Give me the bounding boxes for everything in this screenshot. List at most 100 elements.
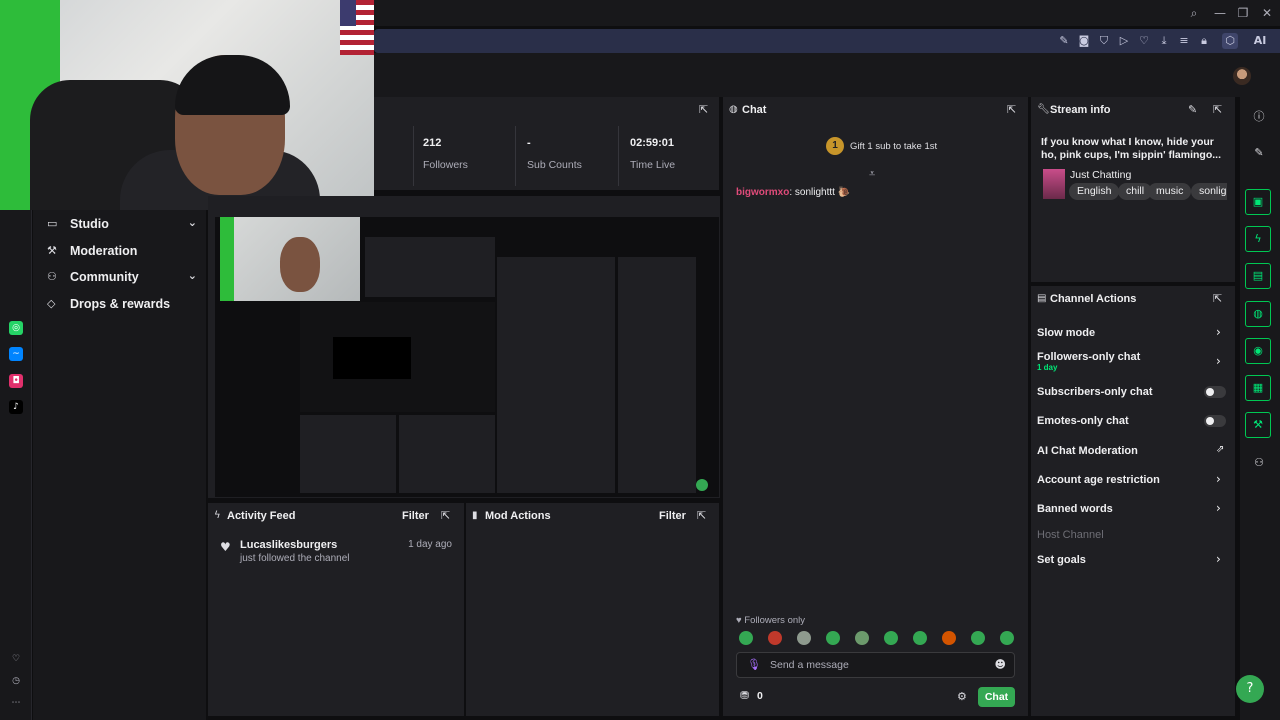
layout-icon[interactable]: ▦ (1245, 375, 1271, 401)
mic-icon[interactable]: 🎙︎ (747, 658, 761, 671)
mod-filter-button[interactable]: Filter (659, 510, 686, 522)
lightning-icon: ϟ (214, 510, 221, 521)
category-box-art[interactable] (1043, 169, 1065, 199)
lock-icon[interactable]: 🔒︎ (1196, 33, 1212, 49)
subscribers-only-toggle[interactable] (1204, 386, 1226, 398)
emote-icon[interactable] (797, 631, 811, 645)
pencil-icon[interactable]: ✎ (1251, 145, 1267, 161)
restore-icon[interactable]: ❐ (1235, 5, 1251, 21)
emote-icon[interactable] (884, 631, 898, 645)
send-chat-button[interactable]: Chat (978, 687, 1015, 707)
play-icon[interactable]: ▷ (1116, 33, 1132, 49)
points-icon[interactable]: ⛃ (740, 689, 749, 702)
sidebar-item-moderation[interactable]: ⚒ Moderation (47, 241, 197, 263)
chevron-right-icon[interactable]: › (1216, 501, 1221, 515)
extension-icon[interactable]: ⬡ (1222, 33, 1238, 49)
chat-bubble-icon[interactable]: ◍ (1245, 301, 1271, 327)
people-icon[interactable]: ⚇ (1251, 455, 1267, 471)
chat-header: ◍ Chat ⇱ (723, 97, 1028, 123)
popout-icon[interactable]: ⇱ (699, 103, 708, 116)
instagram-icon[interactable]: ◘ (9, 374, 23, 388)
external-link-icon[interactable]: ⇗ (1216, 444, 1224, 455)
tag-pill[interactable]: chill (1118, 183, 1153, 200)
emotes-only-toggle[interactable] (1204, 415, 1226, 427)
list-item[interactable]: ♥ Lucaslikesburgers just followed the ch… (208, 537, 464, 565)
chat-input[interactable]: 🎙︎ Send a message ☻ (736, 652, 1015, 678)
chevron-right-icon[interactable]: › (1216, 325, 1221, 339)
camera-icon[interactable]: ◙ (1076, 33, 1092, 49)
collapse-icon[interactable]: ⩡ (869, 167, 875, 181)
popout-icon[interactable]: ⇱ (1213, 103, 1222, 116)
popout-icon[interactable]: ⇱ (441, 509, 450, 522)
tiktok-icon[interactable]: ♪ (9, 400, 23, 414)
heart-icon: ♥ (220, 540, 231, 554)
info-icon[interactable]: ⓘ (1251, 109, 1267, 125)
popout-icon[interactable]: ⇱ (1007, 103, 1016, 116)
lightning-icon[interactable]: ϟ (1245, 226, 1271, 252)
chevron-right-icon[interactable]: › (1216, 552, 1221, 566)
ai-button[interactable]: AI (1246, 33, 1274, 49)
search-icon[interactable]: ⌕ (1186, 5, 1202, 21)
chat-text: sonlighttt 🐌 (794, 187, 851, 198)
help-button[interactable]: ? (1236, 675, 1264, 703)
followers-only-item[interactable]: Followers-only chat (1037, 351, 1140, 363)
preview-webcam (220, 217, 360, 301)
chevron-right-icon[interactable]: › (1216, 472, 1221, 486)
sidebar-item-label: Moderation (70, 244, 138, 258)
emote-icon[interactable] (1000, 631, 1014, 645)
shield-icon[interactable]: ⛉ (1096, 33, 1112, 49)
banned-words-item[interactable]: Banned words (1037, 503, 1113, 515)
emote-icon[interactable] (739, 631, 753, 645)
time-live: 02:59:01 (630, 137, 675, 149)
heart-icon[interactable]: ♡ (9, 652, 23, 666)
ai-chat-moderation-item[interactable]: AI Chat Moderation (1037, 445, 1138, 457)
tag-pill[interactable]: English (1069, 183, 1120, 200)
settings-icon[interactable]: ⚙ (957, 690, 967, 703)
moderation-icon: ⚒ (47, 244, 57, 257)
emote-icon[interactable] (913, 631, 927, 645)
edit-icon[interactable]: ✎ (1188, 103, 1197, 116)
account-age-item[interactable]: Account age restriction (1037, 474, 1160, 486)
emote-icon[interactable] (942, 631, 956, 645)
set-goals-item[interactable]: Set goals (1037, 554, 1086, 566)
gift-sub-prompt[interactable]: Gift 1 sub to take 1st (850, 141, 937, 152)
emote-icon[interactable] (826, 631, 840, 645)
messenger-icon[interactable]: ~ (9, 347, 23, 361)
edit-icon[interactable]: ✎ (1056, 33, 1072, 49)
activity-filter-button[interactable]: Filter (402, 510, 429, 522)
emote-icon[interactable] (971, 631, 985, 645)
preview-activity-feed (300, 415, 396, 493)
tag-pill[interactable]: music (1148, 183, 1192, 200)
stat-divider (618, 126, 619, 186)
minimize-icon[interactable]: — (1212, 5, 1228, 21)
stat-divider (413, 126, 414, 186)
menu-icon[interactable]: ≡ (1176, 33, 1192, 49)
tag-pill[interactable]: sonlig (1191, 183, 1227, 200)
emoji-icon[interactable]: ☻ (995, 658, 1006, 671)
avatar[interactable] (1233, 67, 1251, 85)
heart-icon[interactable]: ♡ (1136, 33, 1152, 49)
stream-preview[interactable] (215, 217, 719, 497)
close-icon[interactable]: ✕ (1259, 5, 1275, 21)
wrench-icon[interactable]: ⚒ (1245, 412, 1271, 438)
more-icon[interactable]: ⋯ (9, 696, 23, 710)
sidebar-item-community[interactable]: ⚇ Community ⌄ (47, 267, 197, 289)
chevron-right-icon[interactable]: › (1216, 354, 1221, 368)
download-icon[interactable]: ⤓ (1156, 33, 1172, 49)
emote-icon[interactable] (768, 631, 782, 645)
sidebar-item-drops-rewards[interactable]: ◇ Drops & rewards (47, 294, 197, 316)
clip-icon[interactable]: ▣ (1245, 189, 1271, 215)
notes-icon[interactable]: ▤ (1245, 263, 1271, 289)
wrench-icon: 🔧︎ (1037, 104, 1050, 115)
category-name[interactable]: Just Chatting (1070, 169, 1131, 181)
sidebar-item-studio[interactable]: ▭ Studio ⌄ (47, 214, 197, 236)
drops-icon: ◇ (47, 297, 56, 310)
emote-icon[interactable] (855, 631, 869, 645)
popout-icon[interactable]: ⇱ (1213, 292, 1222, 305)
whatsapp-icon[interactable]: ◎ (9, 321, 23, 335)
popout-icon[interactable]: ⇱ (697, 509, 706, 522)
slow-mode-item[interactable]: Slow mode (1037, 327, 1095, 339)
chat-username[interactable]: bigwormxo (736, 187, 789, 198)
clock-icon[interactable]: ◷ (9, 674, 23, 688)
broadcast-icon[interactable]: ◉ (1245, 338, 1271, 364)
